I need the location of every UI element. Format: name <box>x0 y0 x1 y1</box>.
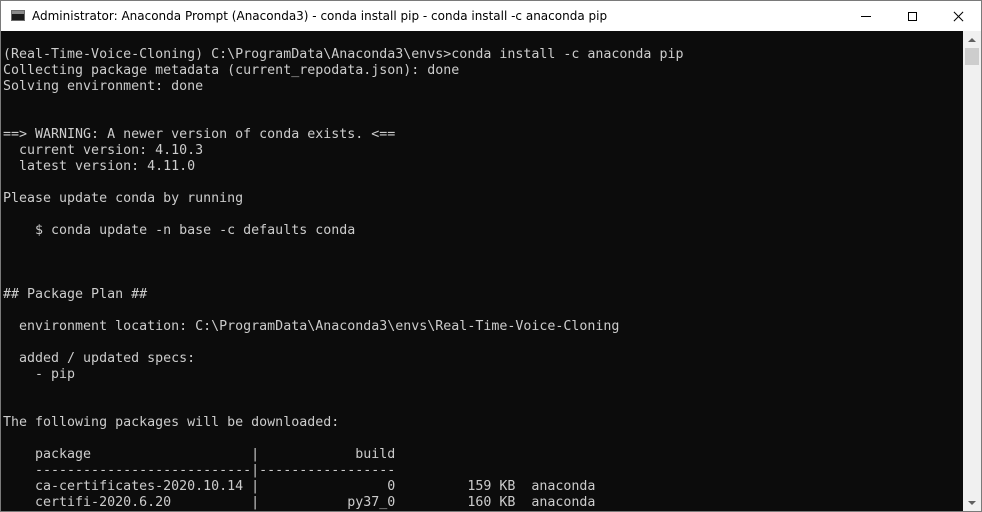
close-icon <box>953 11 964 22</box>
scroll-thumb[interactable] <box>965 48 979 65</box>
console-line: latest version: 4.11.0 <box>3 159 196 174</box>
scroll-down-button[interactable] <box>963 494 981 511</box>
minimize-button[interactable] <box>843 1 889 31</box>
window-title: Administrator: Anaconda Prompt (Anaconda… <box>32 9 608 23</box>
title-bar[interactable]: Administrator: Anaconda Prompt (Anaconda… <box>1 1 981 31</box>
console-line: $ conda update -n base -c defaults conda <box>3 223 356 238</box>
console-line: certifi-2020.6.20 | py37_0 160 KB anacon… <box>3 495 596 510</box>
console-line: ## Package Plan ## <box>3 287 148 302</box>
console-line: ==> WARNING: A newer version of conda ex… <box>3 127 396 142</box>
console-line: The following packages will be downloade… <box>3 415 340 430</box>
console-line: Please update conda by running <box>3 191 244 206</box>
maximize-button[interactable] <box>889 1 935 31</box>
console-line: current version: 4.10.3 <box>3 143 204 158</box>
console-window: Administrator: Anaconda Prompt (Anaconda… <box>0 0 982 512</box>
console-line: ca-certificates-2020.10.14 | 0 159 KB an… <box>3 479 596 494</box>
minimize-icon <box>861 15 871 17</box>
console-line: - pip <box>3 367 76 382</box>
console-line: added / updated specs: <box>3 351 196 366</box>
console-line: Solving environment: done <box>3 79 204 94</box>
console-output[interactable]: (Real-Time-Voice-Cloning) C:\ProgramData… <box>3 47 961 511</box>
arrow-up-icon <box>968 37 976 42</box>
console-line: package | build <box>3 447 396 462</box>
console-line: Collecting package metadata (current_rep… <box>3 63 460 78</box>
console-line: (Real-Time-Voice-Cloning) C:\ProgramData… <box>3 47 684 62</box>
vertical-scrollbar[interactable] <box>963 31 981 511</box>
scroll-up-button[interactable] <box>963 31 981 48</box>
console-line: environment location: C:\ProgramData\Ana… <box>3 319 620 334</box>
maximize-icon <box>907 11 917 21</box>
console-line: ---------------------------|------------… <box>3 463 396 478</box>
close-button[interactable] <box>935 1 981 31</box>
console-icon[interactable] <box>11 10 25 21</box>
arrow-down-icon <box>968 500 976 505</box>
